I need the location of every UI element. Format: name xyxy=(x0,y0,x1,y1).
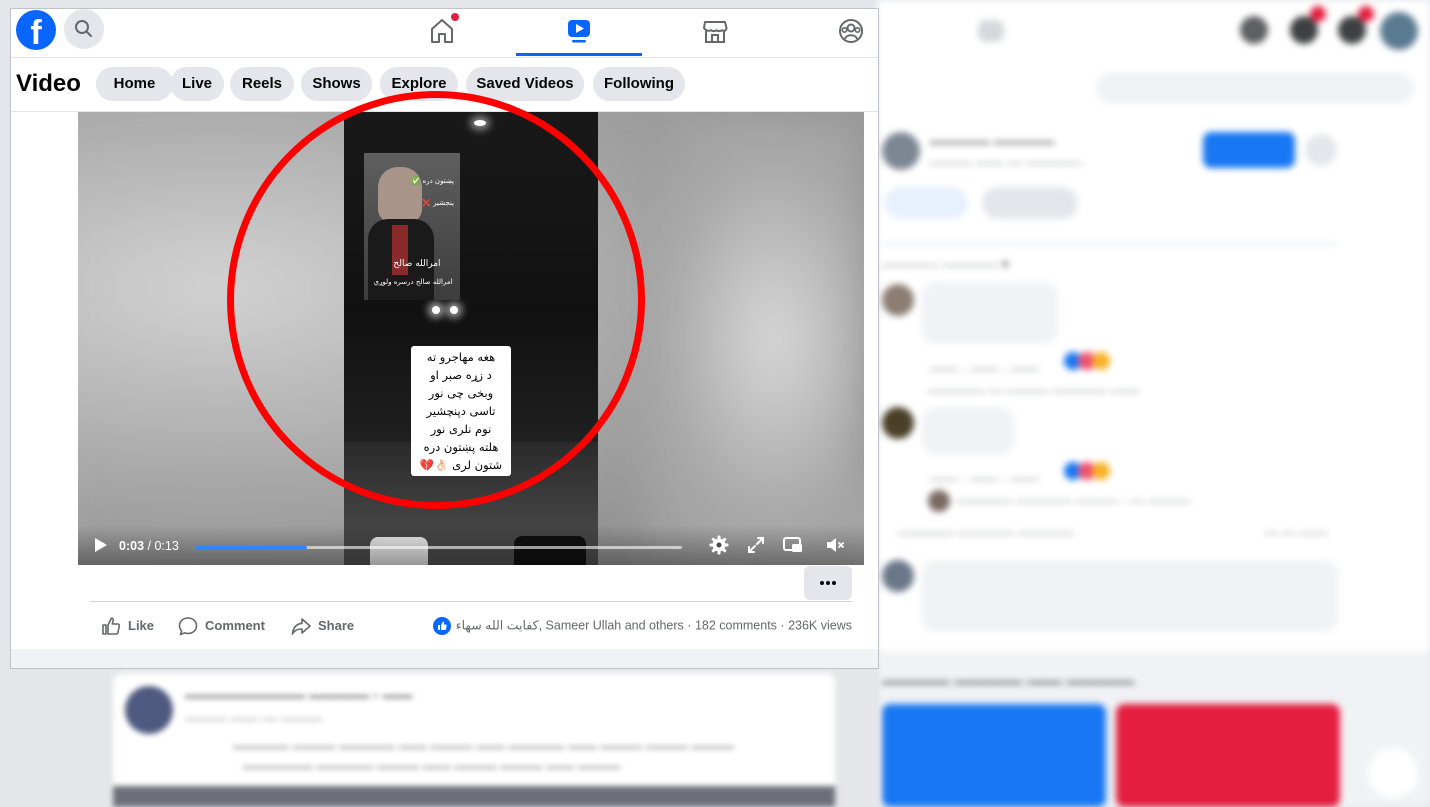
blurred-comments-pane: ———— ———— ——— —— — ———— ———— ———— ▾ —— ·… xyxy=(878,0,1430,807)
like-button[interactable]: Like xyxy=(100,615,160,637)
facebook-logo[interactable]: f xyxy=(16,10,56,50)
muted-volume-icon[interactable] xyxy=(824,534,846,556)
like-label: Like xyxy=(128,618,155,633)
player-blurred-background-right xyxy=(638,112,864,565)
post-action-row: Like Comment Share كفايت الله سهاء, Same… xyxy=(90,601,852,649)
play-icon[interactable] xyxy=(89,534,111,556)
tab-shows[interactable]: Shows xyxy=(301,67,372,101)
stats-dot: · xyxy=(780,618,785,633)
current-time: 0:03 xyxy=(119,539,145,553)
tab-live[interactable]: Live xyxy=(170,67,224,101)
share-label: Share xyxy=(318,618,355,633)
top-navigation: f xyxy=(11,9,878,58)
more-options-button[interactable] xyxy=(804,566,852,600)
time-separator: / xyxy=(144,539,155,553)
duration: 0:13 xyxy=(154,539,179,553)
share-arrow-icon xyxy=(291,618,311,635)
views-count: 236K views xyxy=(788,618,852,633)
blurred-comments-panel: ———— ———— ——— —— — ———— ———— ———— ▾ —— ·… xyxy=(878,62,1430,652)
groups-icon xyxy=(839,19,863,43)
home-notification-dot xyxy=(451,13,459,21)
video-icon xyxy=(568,20,590,43)
panel-bottom-spacer xyxy=(11,649,878,668)
reactors-link[interactable]: كفايت الله سهاء, Sameer Ullah and others xyxy=(456,618,684,632)
page: ———— ———— ——— —— — ———— ———— ———— ▾ —— ·… xyxy=(0,0,1430,807)
marketplace-icon xyxy=(703,21,728,43)
post-stats: كفايت الله سهاء, Sameer Ullah and others… xyxy=(433,617,852,635)
comment-button[interactable]: Comment xyxy=(177,615,277,637)
search-icon xyxy=(75,20,92,37)
page-title: Video xyxy=(16,70,81,97)
player-controls: 0:03 / 0:13 xyxy=(78,525,864,565)
more-dots-icon xyxy=(820,581,836,585)
tab-reels[interactable]: Reels xyxy=(230,67,294,101)
time-display: 0:03 / 0:13 xyxy=(119,539,179,553)
tab-following[interactable]: Following xyxy=(593,67,685,101)
thumbs-up-icon xyxy=(102,617,121,635)
picture-in-picture-icon[interactable] xyxy=(782,534,804,556)
blurred-next-post: ———————— ———— · —— ——— —— — ——— ———— ———… xyxy=(0,668,878,807)
active-tab-indicator xyxy=(516,53,642,56)
nav-groups[interactable] xyxy=(831,13,871,49)
fullscreen-icon[interactable] xyxy=(745,534,767,556)
comment-label: Comment xyxy=(205,618,265,633)
stats-dot: · xyxy=(687,618,692,633)
progress-bar[interactable] xyxy=(195,546,682,549)
like-reaction-icon xyxy=(433,617,452,635)
comment-bubble-icon xyxy=(178,617,198,636)
search-button[interactable] xyxy=(64,9,104,49)
nav-video[interactable] xyxy=(559,13,599,49)
tab-home[interactable]: Home xyxy=(96,67,173,101)
share-button[interactable]: Share xyxy=(290,615,370,637)
video-watch-panel: f Video Home Live Reels Shows Explore Sa… xyxy=(10,8,879,669)
comments-count-link[interactable]: 182 comments xyxy=(695,618,777,632)
blurred-post-card: ———————— ———— · —— ——— —— — ——— ———— ———… xyxy=(113,674,835,807)
nav-marketplace[interactable] xyxy=(695,13,735,49)
settings-gear-icon[interactable] xyxy=(708,534,730,556)
blurred-topbar xyxy=(878,0,1430,62)
red-annotation-circle xyxy=(227,91,645,509)
progress-fill xyxy=(195,546,307,549)
